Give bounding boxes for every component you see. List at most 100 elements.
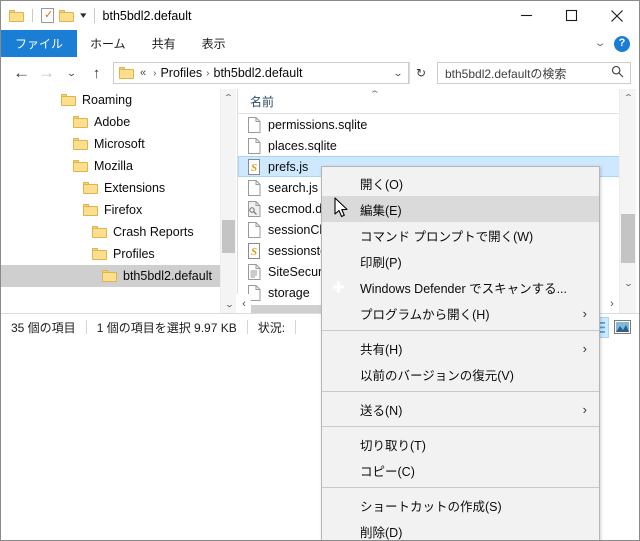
context-menu-item-label: プログラムから開く(H) [360, 307, 490, 322]
sidebar-item-label: Roaming [82, 93, 133, 107]
context-menu-item-share[interactable]: 共有(H) › [322, 335, 599, 361]
breadcrumb-separator-1: › [206, 67, 210, 79]
minimize-button[interactable] [504, 1, 549, 30]
svg-text:S: S [251, 162, 257, 174]
text-file-icon [247, 263, 261, 280]
navigation-pane-scrollbar[interactable]: ⌃ ⌄ [220, 89, 236, 313]
maximize-button[interactable] [549, 1, 594, 30]
column-header-row: 名前 ⌃ [238, 89, 620, 114]
sidebar-item-mozilla[interactable]: Mozilla [1, 155, 220, 177]
context-menu-item-open[interactable]: 開く(O) [322, 170, 599, 196]
help-icon[interactable]: ? [614, 35, 630, 52]
context-menu-separator [322, 487, 599, 488]
folder-icon [73, 116, 88, 128]
search-input[interactable]: bth5bdl2.defaultの検索 [437, 62, 631, 84]
scroll-down-button[interactable]: ⌄ [620, 275, 637, 292]
breadcrumb-dropdown-icon[interactable]: ⌄ [384, 68, 412, 79]
context-menu-item-copy[interactable]: コピー(C) [322, 457, 599, 483]
sidebar-item-microsoft[interactable]: Microsoft [1, 133, 220, 155]
db-file-icon [247, 200, 261, 217]
sidebar-item-label: Crash Reports [113, 225, 194, 239]
chevron-down-icon[interactable]: ⌄ [594, 38, 607, 49]
tab-file[interactable]: ファイル [1, 30, 78, 57]
scroll-up-button[interactable]: ⌃ [221, 89, 236, 106]
folder-icon [61, 94, 76, 106]
tab-share[interactable]: 共有 [139, 30, 189, 57]
quick-access-toolbar: ✓ ▾ [1, 8, 86, 23]
context-menu-item-open-with[interactable]: プログラムから開く(H) › [322, 300, 599, 326]
context-menu-item-label: 編集(E) [360, 203, 402, 218]
folder-icon [92, 226, 107, 238]
sidebar-item-extensions[interactable]: Extensions [1, 177, 220, 199]
file-explorer-window: ✓ ▾ bth5bdl2.default ファイル ホーム 共有 表示 ⌄ ? [0, 0, 640, 541]
properties-icon[interactable]: ✓ [41, 8, 54, 23]
sidebar-item-label: Microsoft [94, 137, 145, 151]
hscroll-right-button[interactable]: › [605, 294, 619, 313]
customize-quick-access-chevron-icon[interactable]: ▾ [80, 11, 86, 20]
sidebar-item-bth5bdl2-default[interactable]: bth5bdl2.default [1, 265, 220, 287]
breadcrumb-item-profile-folder[interactable]: bth5bdl2.default [214, 66, 303, 80]
recent-locations-button[interactable]: ⌄ [54, 61, 89, 85]
back-button[interactable]: ← [9, 61, 34, 85]
context-menu-item-create-shortcut[interactable]: ショートカットの作成(S) [322, 492, 599, 518]
sidebar-item-firefox[interactable]: Firefox [1, 199, 220, 221]
context-menu-item-restore-previous-versions[interactable]: 以前のバージョンの復元(V) [322, 361, 599, 387]
large-icons-view-icon[interactable] [611, 317, 633, 338]
context-menu-item-scan-with-defender[interactable]: Windows Defender でスキャンする... [322, 274, 599, 300]
context-menu-item-cut[interactable]: 切り取り(T) [322, 431, 599, 457]
column-header-name[interactable]: 名前 [238, 93, 274, 110]
sidebar-item-profiles[interactable]: Profiles [1, 243, 220, 265]
folder-icon [102, 270, 117, 282]
tab-home[interactable]: ホーム [77, 30, 139, 57]
context-menu-item-open-command-prompt[interactable]: コマンド プロンプトで開く(W) [322, 222, 599, 248]
file-name: permissions.sqlite [268, 117, 368, 132]
context-menu-item-label: 切り取り(T) [360, 438, 426, 453]
breadcrumb[interactable]: « › Profiles › bth5bdl2.default ⌄ [113, 62, 409, 84]
new-folder-icon[interactable] [59, 9, 74, 22]
scrollbar-thumb[interactable] [621, 214, 635, 263]
context-menu-item-label: コピー(C) [360, 464, 415, 479]
refresh-button[interactable]: ↻ [409, 62, 432, 84]
sidebar-item-label: Profiles [113, 247, 155, 261]
generic-file-icon [247, 179, 261, 196]
hscroll-left-button[interactable]: ‹ [237, 294, 251, 313]
context-menu-item-label: 以前のバージョンの復元(V) [360, 368, 514, 383]
folder-icon[interactable] [9, 9, 24, 22]
context-menu-item-send-to[interactable]: 送る(N) › [322, 396, 599, 422]
search-placeholder: bth5bdl2.defaultの検索 [445, 66, 567, 81]
scrollbar-thumb[interactable] [222, 220, 235, 253]
window-title: bth5bdl2.default [102, 8, 192, 23]
search-icon[interactable] [611, 65, 624, 81]
chevron-right-icon: › [582, 401, 587, 417]
breadcrumb-overflow-icon[interactable]: « [140, 67, 146, 79]
file-name: prefs.js [268, 159, 309, 174]
context-menu-item-print[interactable]: 印刷(P) [322, 248, 599, 274]
file-list-scrollbar[interactable]: ⌃ ⌄ [619, 89, 636, 313]
sidebar-item-adobe[interactable]: Adobe [1, 111, 220, 133]
context-menu-separator [322, 391, 599, 392]
context-menu-item-label: 共有(H) [360, 342, 403, 357]
file-name: secmod.db [268, 201, 330, 216]
context-menu-item-label: 送る(N) [360, 403, 403, 418]
scroll-down-button[interactable]: ⌄ [221, 296, 237, 313]
javascript-file-icon: S [247, 242, 261, 259]
windows-defender-icon [330, 279, 347, 296]
context-menu-item-edit[interactable]: 編集(E) [322, 196, 599, 222]
status-label: 状況: [257, 320, 286, 335]
table-row[interactable]: places.sqlite [238, 135, 620, 156]
breadcrumb-folder-icon [119, 67, 134, 79]
tab-view[interactable]: 表示 [189, 30, 239, 57]
close-button[interactable] [594, 1, 639, 30]
scroll-up-button[interactable]: ⌃ [620, 89, 636, 106]
table-row[interactable]: permissions.sqlite [238, 114, 620, 135]
context-menu-item-delete[interactable]: 削除(D) [322, 518, 599, 540]
svg-text:S: S [251, 246, 257, 258]
sidebar-item-label: Mozilla [94, 159, 133, 173]
folder-icon [83, 182, 98, 194]
context-menu-item-label: ショートカットの作成(S) [360, 499, 502, 514]
breadcrumb-item-profiles[interactable]: Profiles [160, 66, 202, 80]
sidebar-item-crash-reports[interactable]: Crash Reports [1, 221, 220, 243]
item-count-label: 35 個の項目 [11, 320, 76, 335]
ribbon-right-controls: ⌄ ? [594, 30, 639, 57]
sidebar-item-roaming[interactable]: Roaming [1, 89, 220, 111]
